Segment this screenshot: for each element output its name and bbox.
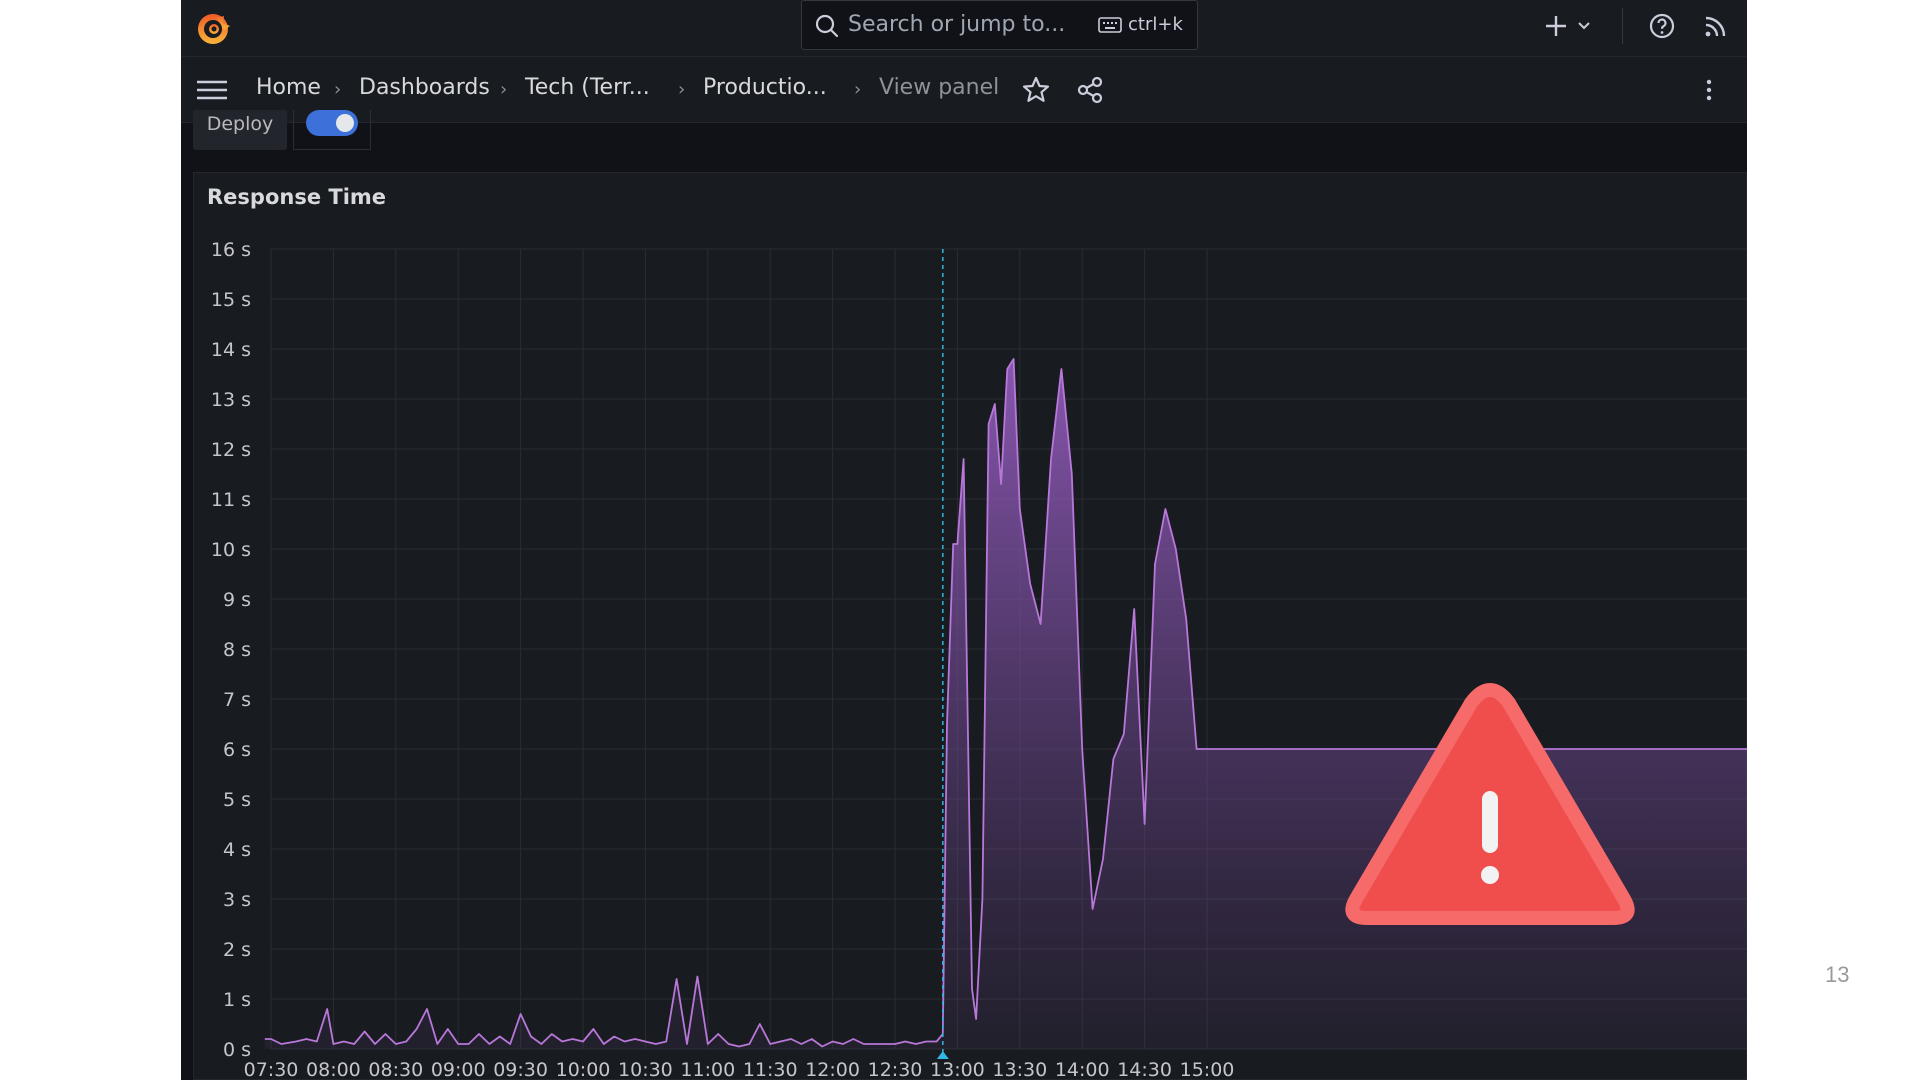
x-tick-label: 08:30 <box>368 1059 423 1080</box>
divider <box>1622 8 1623 44</box>
rss-icon <box>1705 16 1726 37</box>
x-tick-label: 13:00 <box>930 1059 985 1080</box>
chevron-right-icon: › <box>334 79 342 100</box>
x-tick-label: 11:30 <box>743 1059 798 1080</box>
y-tick-label: 1 s <box>223 989 251 1011</box>
breadcrumb-home[interactable]: Home <box>256 75 321 100</box>
star-icon <box>1022 76 1050 102</box>
y-tick-label: 5 s <box>223 789 251 811</box>
x-tick-label: 09:00 <box>431 1059 486 1080</box>
response-time-chart: 0 s 1 s 2 s 3 s 4 s 5 s 6 s 7 s 8 s 9 s 10 s 11 s 12… <box>211 239 1747 1080</box>
help-button[interactable] <box>1646 10 1678 42</box>
keyboard-icon <box>1098 17 1122 33</box>
y-tick-label: 3 s <box>223 889 251 911</box>
chevron-right-icon: › <box>678 79 686 100</box>
chevron-right-icon: › <box>854 79 862 100</box>
favorite-button[interactable] <box>1020 74 1052 106</box>
y-tick-label: 15 s <box>211 289 251 311</box>
hamburger-icon <box>197 80 227 100</box>
y-tick-label: 13 s <box>211 389 251 411</box>
deploy-toggle-container <box>293 110 371 150</box>
x-tick-label: 10:30 <box>618 1059 673 1080</box>
share-button[interactable] <box>1074 74 1106 106</box>
breadcrumb-bar: Home › Dashboards › Tech (Terr... › Prod… <box>181 57 1747 123</box>
x-tick-label: 12:00 <box>805 1059 860 1080</box>
y-tick-label: 11 s <box>211 489 251 511</box>
y-tick-label: 14 s <box>211 339 251 361</box>
deploy-toggle[interactable] <box>306 110 358 136</box>
y-tick-label: 10 s <box>211 539 251 561</box>
chevron-right-icon: › <box>500 79 508 100</box>
y-tick-label: 9 s <box>223 589 251 611</box>
x-tick-label: 14:00 <box>1055 1059 1110 1080</box>
x-tick-label: 13:30 <box>992 1059 1047 1080</box>
x-tick-label: 08:00 <box>306 1059 361 1080</box>
y-tick-label: 16 s <box>211 239 251 261</box>
deploy-label: Deploy <box>193 110 287 150</box>
x-tick-label: 14:30 <box>1117 1059 1172 1080</box>
x-tick-label: 11:00 <box>680 1059 735 1080</box>
share-icon <box>1077 76 1103 104</box>
menu-button[interactable] <box>195 75 229 105</box>
breadcrumb-dashboard[interactable]: Productio... <box>703 75 827 100</box>
response-time-panel: Response Time 0 s1 s2 s3 s4 s5 s6 s7 s8 … <box>193 172 1747 1080</box>
chart-area-layer <box>264 358 1747 1049</box>
top-bar: Search or jump to... ctrl+k <box>181 0 1747 57</box>
y-tick-label: 0 s <box>223 1039 251 1061</box>
toggle-knob <box>336 114 354 132</box>
breadcrumb-current: View panel <box>879 75 1000 100</box>
x-tick-label: 10:00 <box>556 1059 611 1080</box>
search-icon <box>815 14 839 38</box>
x-tick-label: 07:30 <box>244 1059 299 1080</box>
search-shortcut: ctrl+k <box>1128 14 1183 35</box>
breadcrumb-dashboards[interactable]: Dashboards <box>359 75 490 100</box>
x-tick-label: 09:30 <box>493 1059 548 1080</box>
y-tick-label: 4 s <box>223 839 251 861</box>
news-feed-button[interactable] <box>1700 10 1732 42</box>
new-button[interactable] <box>1543 10 1603 42</box>
search-placeholder: Search or jump to... <box>848 12 1066 37</box>
y-tick-label: 12 s <box>211 439 251 461</box>
grafana-app: Search or jump to... ctrl+k Home › Dashb… <box>181 0 1747 1080</box>
y-tick-label: 6 s <box>223 739 251 761</box>
y-axis: 0 s 1 s 2 s 3 s 4 s 5 s 6 s 7 s 8 s 9 s 10 s 11 s 12… <box>211 239 251 1061</box>
grafana-logo-icon[interactable] <box>193 8 233 48</box>
y-tick-label: 8 s <box>223 639 251 661</box>
x-axis: 07:30 08:00 08:30 09:00 09:30 10:00 10:30 11:00… <box>244 1059 1235 1080</box>
x-tick-label: 12:30 <box>868 1059 923 1080</box>
more-options-button[interactable] <box>1699 74 1719 106</box>
slide-page-number: 13 <box>1825 962 1850 987</box>
deploy-annotation-marker <box>936 1051 949 1059</box>
breadcrumb-folder[interactable]: Tech (Terr... <box>525 75 650 100</box>
series-area-fill <box>264 359 1747 1049</box>
y-tick-label: 7 s <box>223 689 251 711</box>
kebab-menu-icon <box>1706 79 1712 101</box>
help-icon <box>1649 13 1675 39</box>
x-tick-label: 15:00 <box>1180 1059 1235 1080</box>
y-tick-label: 2 s <box>223 939 251 961</box>
search-input[interactable]: Search or jump to... ctrl+k <box>801 0 1198 50</box>
plus-icon <box>1546 16 1590 36</box>
